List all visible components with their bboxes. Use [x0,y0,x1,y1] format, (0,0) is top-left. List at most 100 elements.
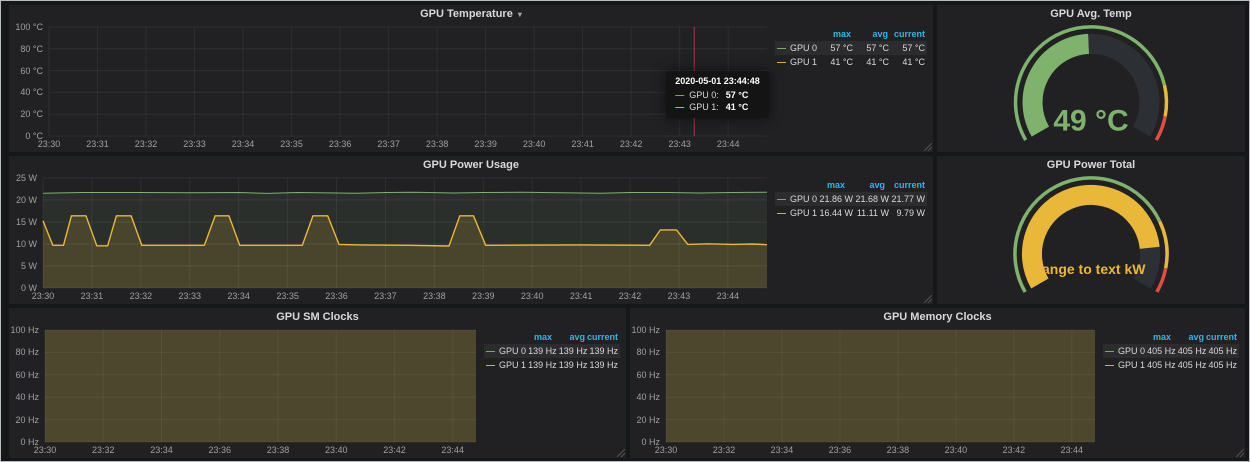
legend-header-row: maxavgcurrent [775,27,927,41]
legend-header-current[interactable]: current [585,332,618,342]
y-axis-tick-label: 40 °C [9,87,43,97]
legend-header-current[interactable]: current [888,29,925,39]
legend-series-name[interactable]: — GPU 1 [486,360,526,370]
x-axis-tick-label: 23:43 [668,139,691,149]
legend-series-name[interactable]: —GPU 1 [777,57,817,67]
x-axis-tick-label: 23:38 [267,445,290,455]
y-axis-tick-label: 10 W [9,239,37,249]
legend-series-label: GPU 0 [790,194,817,204]
legend-value: 405 Hz [1206,360,1237,370]
legend-value: 41 °C [853,57,889,67]
chart-plot-area[interactable] [49,27,767,136]
legend-row: —GPU 1405 Hz405 Hz405 Hz [1103,358,1239,372]
legend-header-avg[interactable]: avg [552,332,585,342]
timeseries-chart-gpu-sm-clocks: 0 Hz20 Hz40 Hz60 Hz80 Hz100 Hz23:3023:32… [9,326,626,458]
legend-row: —GPU 1139 Hz139 Hz139 Hz [484,358,620,372]
gauge-gpu-avg-temp: 49 °C [937,23,1245,152]
panel-title-gpu-power-total[interactable]: GPU Power Total [937,156,1245,174]
legend-value: 21.77 W [889,194,925,204]
chart-plot-area[interactable] [666,330,1095,442]
x-axis-tick-label: 23:33 [178,291,201,301]
x-axis-tick-label: 23:44 [717,139,740,149]
legend-series-label: GPU 1 [790,57,817,67]
x-axis-tick-label: 23:40 [521,291,544,301]
legend-value: 57 °C [889,43,925,53]
legend-series-color-icon: — [1105,346,1114,356]
panel-title-text: GPU Memory Clocks [883,311,991,323]
legend-value: 139 Hz [557,360,588,370]
legend-value: 405 Hz [1206,346,1237,356]
panel-gpu-memory-clocks: GPU Memory Clocks 0 Hz20 Hz40 Hz60 Hz80 … [630,308,1245,458]
panel-title-gpu-sm-clocks[interactable]: GPU SM Clocks [9,308,626,326]
panel-title-gpu-temperature[interactable]: GPU Temperature ▾ [9,5,933,23]
chevron-down-icon: ▾ [518,10,522,19]
legend-series-name[interactable]: — GPU 0 [777,194,817,204]
y-axis-tick-label: 80 Hz [630,347,660,357]
panel-resize-handle[interactable] [924,143,932,151]
panel-title-gpu-avg-temp[interactable]: GPU Avg. Temp [937,5,1245,23]
panel-gpu-sm-clocks: GPU SM Clocks 0 Hz20 Hz40 Hz60 Hz80 Hz10… [9,308,626,458]
panel-title-gpu-memory-clocks[interactable]: GPU Memory Clocks [630,308,1245,326]
legend-series-color-icon: — [777,194,786,204]
chart-plot-area[interactable] [43,178,767,288]
legend-row: —GPU 116.44 W11.11 W9.79 W [775,206,927,220]
x-axis-tick-label: 23:36 [325,291,348,301]
legend-header-max[interactable]: max [805,180,845,190]
legend-series-name[interactable]: —GPU 0 [486,346,526,356]
panel-gpu-avg-temp: GPU Avg. Temp 49 °C [937,5,1245,152]
legend-value: 405 Hz [1176,360,1207,370]
timeseries-chart-gpu-power-usage: 0 W5 W10 W15 W20 W25 W23:3023:3123:3223:… [9,174,933,304]
y-axis-tick-label: 100 Hz [9,325,39,335]
panel-title-gpu-power-usage[interactable]: GPU Power Usage [9,156,933,174]
x-axis-tick-label: 23:38 [423,291,446,301]
y-axis-tick-label: 80 °C [9,44,43,54]
legend-value: 41 °C [889,57,925,67]
legend-header-avg[interactable]: avg [845,180,885,190]
legend-series-label: GPU 1 [499,360,526,370]
legend-header-avg[interactable]: avg [851,29,888,39]
x-axis-tick-label: 23:32 [92,445,115,455]
legend-series-color-icon: — [486,346,495,356]
panel-resize-handle[interactable] [617,449,625,457]
legend-header-current[interactable]: current [1204,332,1237,342]
tooltip-timestamp: 2020-05-01 23:44:48 [675,76,760,86]
y-axis-tick-label: 60 Hz [9,370,39,380]
chart-legend: maxavgcurrent—GPU 021.86 W21.68 W21.77 W… [775,178,927,220]
x-axis-tick-label: 23:32 [130,291,153,301]
chart-legend: maxavgcurrent—GPU 0139 Hz139 Hz139 Hz—GP… [484,330,620,372]
tooltip-series-color-icon: — [675,101,684,113]
grafana-dashboard: GPU Temperature ▾ 0 °C20 °C40 °C60 °C80 … [0,0,1250,462]
legend-series-label: GPU 0 [790,43,817,53]
legend-value: 405 Hz [1176,346,1207,356]
x-axis-tick-label: 23:32 [135,139,158,149]
legend-header-max[interactable]: max [814,29,851,39]
legend-series-color-icon: — [486,360,495,370]
x-axis-tick-label: 23:42 [620,139,643,149]
chart-plot-area[interactable] [45,330,476,442]
panel-title-text: GPU SM Clocks [276,311,359,323]
x-axis-tick-label: 23:30 [32,291,55,301]
legend-series-name[interactable]: —GPU 0 [777,43,817,53]
legend-header-max[interactable]: max [519,332,552,342]
y-axis-tick-label: 100 Hz [630,325,660,335]
legend-header-max[interactable]: max [1138,332,1171,342]
x-axis-tick-label: 23:40 [945,445,968,455]
legend-header-row: maxavgcurrent [484,330,620,344]
legend-series-color-icon: — [777,208,786,218]
panel-resize-handle[interactable] [924,295,932,303]
legend-series-name[interactable]: —GPU 1 [1105,360,1145,370]
x-axis-tick-label: 23:40 [523,139,546,149]
timeseries-chart-gpu-memory-clocks: 0 Hz20 Hz40 Hz60 Hz80 Hz100 Hz23:3023:32… [630,326,1245,458]
legend-header-current[interactable]: current [885,180,925,190]
chart-legend: maxavgcurrent—GPU 0405 Hz405 Hz405 Hz—GP… [1103,330,1239,372]
x-axis-tick-label: 23:31 [86,139,109,149]
legend-series-name[interactable]: —GPU 0 [1105,346,1145,356]
legend-series-name[interactable]: —GPU 1 [777,208,817,218]
y-axis-tick-label: 20 W [9,195,37,205]
legend-header-row: maxavgcurrent [1103,330,1239,344]
panel-resize-handle[interactable] [1236,449,1244,457]
x-axis-tick-label: 23:38 [426,139,449,149]
gauge-gpu-power-total: range to text kW [937,174,1245,304]
y-axis-tick-label: 5 W [9,261,37,271]
legend-header-avg[interactable]: avg [1171,332,1204,342]
